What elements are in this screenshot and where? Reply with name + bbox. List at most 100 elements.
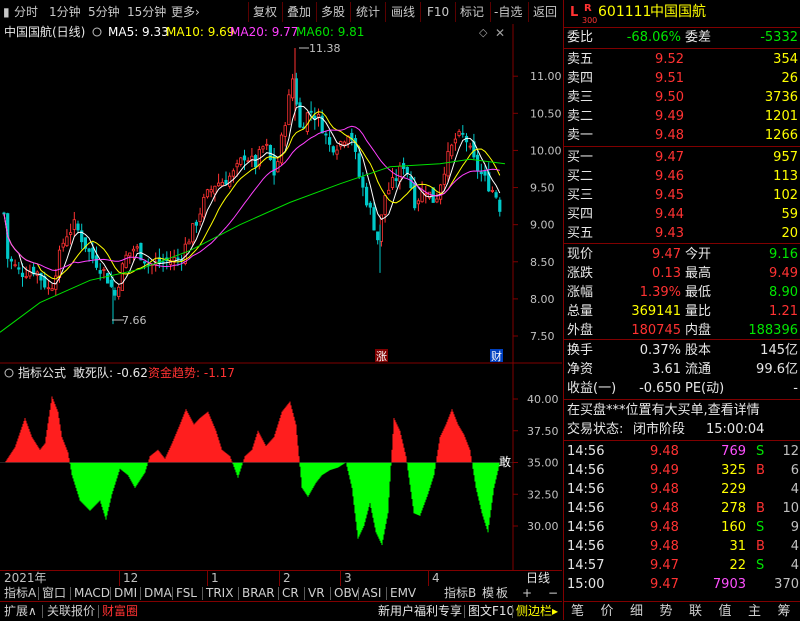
- x-axis-label: 1: [211, 571, 219, 585]
- indicator-tab[interactable]: 窗口: [40, 586, 68, 601]
- tab-graphic-f10[interactable]: 图文F10: [466, 604, 516, 619]
- candle-body: [205, 189, 210, 198]
- btn-mark[interactable]: 标记: [460, 3, 484, 21]
- candle-body: [194, 221, 198, 226]
- x-axis-tick: [428, 571, 429, 586]
- bid-row: 买三 9.45 102: [564, 186, 800, 205]
- candle-body: [120, 263, 124, 291]
- tab-wealth-circle[interactable]: 财富圈: [100, 604, 140, 619]
- close-icon[interactable]: ✕: [495, 26, 505, 40]
- candle-body: [283, 125, 287, 137]
- ask-volume: 3736: [764, 90, 798, 105]
- indicator-tab-right[interactable]: −: [546, 586, 560, 601]
- indicator-right-mark: 敢: [499, 455, 511, 469]
- indicator-tab[interactable]: EMV: [388, 586, 418, 601]
- candle-body: [216, 182, 221, 187]
- quote-tab[interactable]: 主: [740, 603, 769, 620]
- stat-label: 外盘: [567, 323, 594, 338]
- stat-value: 9.49: [769, 266, 798, 281]
- indicator-tab[interactable]: 指标A: [2, 586, 38, 601]
- tick-volume: 31: [729, 539, 746, 554]
- tab-intraday[interactable]: 分时: [14, 3, 38, 21]
- tab-1min[interactable]: 1分钟: [49, 3, 81, 21]
- quote-tab[interactable]: 联: [681, 603, 710, 620]
- ind-tick-label: 35.00: [527, 457, 559, 470]
- tab-5min[interactable]: 5分钟: [88, 3, 120, 21]
- tab-expand[interactable]: 扩展∧: [2, 604, 39, 619]
- ma60-label: MA60: 9.81: [296, 25, 364, 39]
- btn-restore-rights[interactable]: 复权: [253, 3, 277, 21]
- btn-back[interactable]: 返回: [533, 3, 557, 21]
- quote-tab[interactable]: 价: [593, 603, 622, 620]
- indicator-tab[interactable]: ASI: [360, 586, 383, 601]
- indicator-tab-right[interactable]: +: [520, 586, 534, 601]
- tick-count: 370: [774, 577, 799, 592]
- big-order-notice[interactable]: 在买盘***位置有大买单,查看详情: [564, 401, 800, 420]
- indicator-formula-label[interactable]: 指标公式: [18, 365, 66, 380]
- candle-body: [142, 261, 147, 264]
- tick-time: 14:56: [567, 482, 605, 497]
- tab-divider: [70, 587, 71, 600]
- badge-up[interactable]: 涨: [375, 349, 388, 363]
- x-axis-tick: [119, 571, 120, 586]
- bid-volume: 957: [773, 150, 798, 165]
- sidebar-arrow-icon[interactable]: ▸: [550, 604, 560, 619]
- indicator-tab[interactable]: CR: [280, 586, 301, 601]
- indicator-tab-right[interactable]: 板: [494, 586, 510, 601]
- indicator-tab[interactable]: VR: [306, 586, 327, 601]
- indicator-tab[interactable]: FSL: [174, 586, 199, 601]
- candle-body: [331, 146, 335, 153]
- candle-body: [376, 231, 380, 241]
- toolbar-menu-icon[interactable]: ▮: [3, 3, 10, 21]
- candle-body: [87, 248, 91, 252]
- tick-row: 14:56 9.48 769 S 12: [564, 442, 800, 461]
- indicator-tab[interactable]: MACD: [72, 586, 112, 601]
- chart-area[interactable]: 11.00 10.50 10.00 9.50 9.00 8.50 8.00 7.50 40.0…: [0, 24, 562, 570]
- candle-body: [475, 154, 480, 171]
- period-label[interactable]: 日线: [524, 571, 552, 586]
- btn-f10[interactable]: F10: [427, 3, 449, 21]
- bid-label: 买四: [567, 207, 594, 222]
- indicator-tab[interactable]: TRIX: [204, 586, 235, 601]
- fund-label: 净资: [567, 362, 594, 377]
- indicator-tab[interactable]: DMA: [142, 586, 174, 601]
- candle-body: [494, 192, 498, 198]
- btn-draw-lines[interactable]: 画线: [391, 3, 415, 21]
- indicator-tab[interactable]: BRAR: [240, 586, 277, 601]
- ask-label: 卖四: [567, 71, 594, 86]
- tab-divider: [140, 587, 141, 600]
- diamond-icon[interactable]: ◇: [479, 26, 488, 39]
- tab-15min[interactable]: 15分钟: [127, 3, 166, 21]
- candle-body: [479, 171, 483, 175]
- bid-volume: 20: [781, 226, 798, 241]
- tick-side: B: [756, 463, 765, 478]
- tick-count: 4: [790, 482, 799, 497]
- candle-body: [124, 254, 128, 268]
- quote-tab[interactable]: 值: [711, 603, 740, 620]
- btn-statistics[interactable]: 统计: [356, 3, 380, 21]
- tab-new-user-benefits[interactable]: 新用户福利专享: [376, 604, 464, 619]
- tab-sidebar[interactable]: 侧边栏: [514, 604, 554, 619]
- quote-tab[interactable]: 筹: [770, 603, 799, 620]
- badge-finance[interactable]: 财: [490, 349, 503, 363]
- btn-remove-watchlist[interactable]: -自选: [494, 3, 522, 21]
- quote-tab[interactable]: 细: [622, 603, 651, 620]
- btn-multi-stock[interactable]: 多股: [321, 3, 345, 21]
- tab-divider: [386, 587, 387, 600]
- stat-value: 180745: [631, 323, 681, 338]
- tab-more[interactable]: 更多›: [171, 3, 200, 21]
- candle-body: [446, 151, 450, 177]
- tab-related-quotes[interactable]: 关联报价: [45, 604, 97, 619]
- candle-body: [253, 155, 258, 168]
- candle-body: [287, 94, 291, 126]
- candle-body: [450, 144, 454, 157]
- btn-overlay[interactable]: 叠加: [287, 3, 311, 21]
- quote-tab[interactable]: 笔: [563, 603, 592, 620]
- quote-tab[interactable]: 势: [652, 603, 681, 620]
- candle-body: [250, 155, 254, 161]
- indicator-tab-right[interactable]: 指标B: [442, 586, 478, 601]
- candle-body: [490, 189, 495, 192]
- candle-body: [290, 78, 295, 99]
- ind-tick-label: 32.50: [527, 488, 559, 501]
- indicator-tab[interactable]: DMI: [112, 586, 139, 601]
